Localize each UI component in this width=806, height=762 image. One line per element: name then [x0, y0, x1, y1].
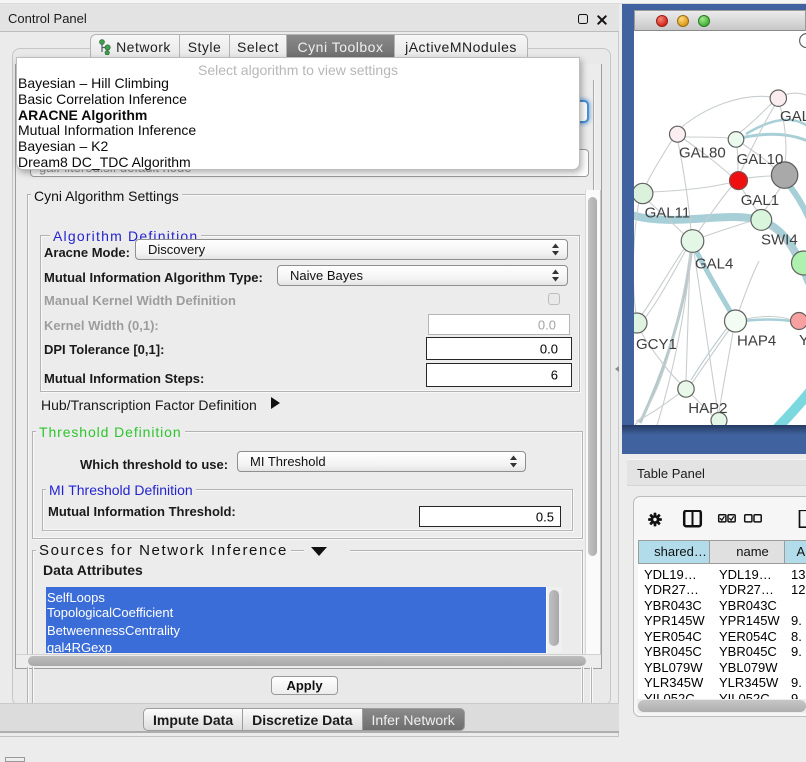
svg-text:GAL4: GAL4	[695, 256, 733, 273]
svg-text:GCY1: GCY1	[636, 336, 677, 353]
svg-text:GAL11: GAL11	[645, 205, 691, 222]
svg-text:GAL80: GAL80	[679, 145, 726, 162]
svg-text:GAL10: GAL10	[737, 151, 784, 168]
svg-text:SWI4: SWI4	[761, 232, 798, 249]
svg-text:GAL1: GAL1	[741, 192, 779, 209]
svg-text:YDR: YDR	[799, 332, 806, 349]
svg-text:HAP4: HAP4	[737, 333, 776, 350]
svg-text:HAP2: HAP2	[688, 400, 727, 417]
svg-text:GAL2: GAL2	[780, 108, 806, 125]
